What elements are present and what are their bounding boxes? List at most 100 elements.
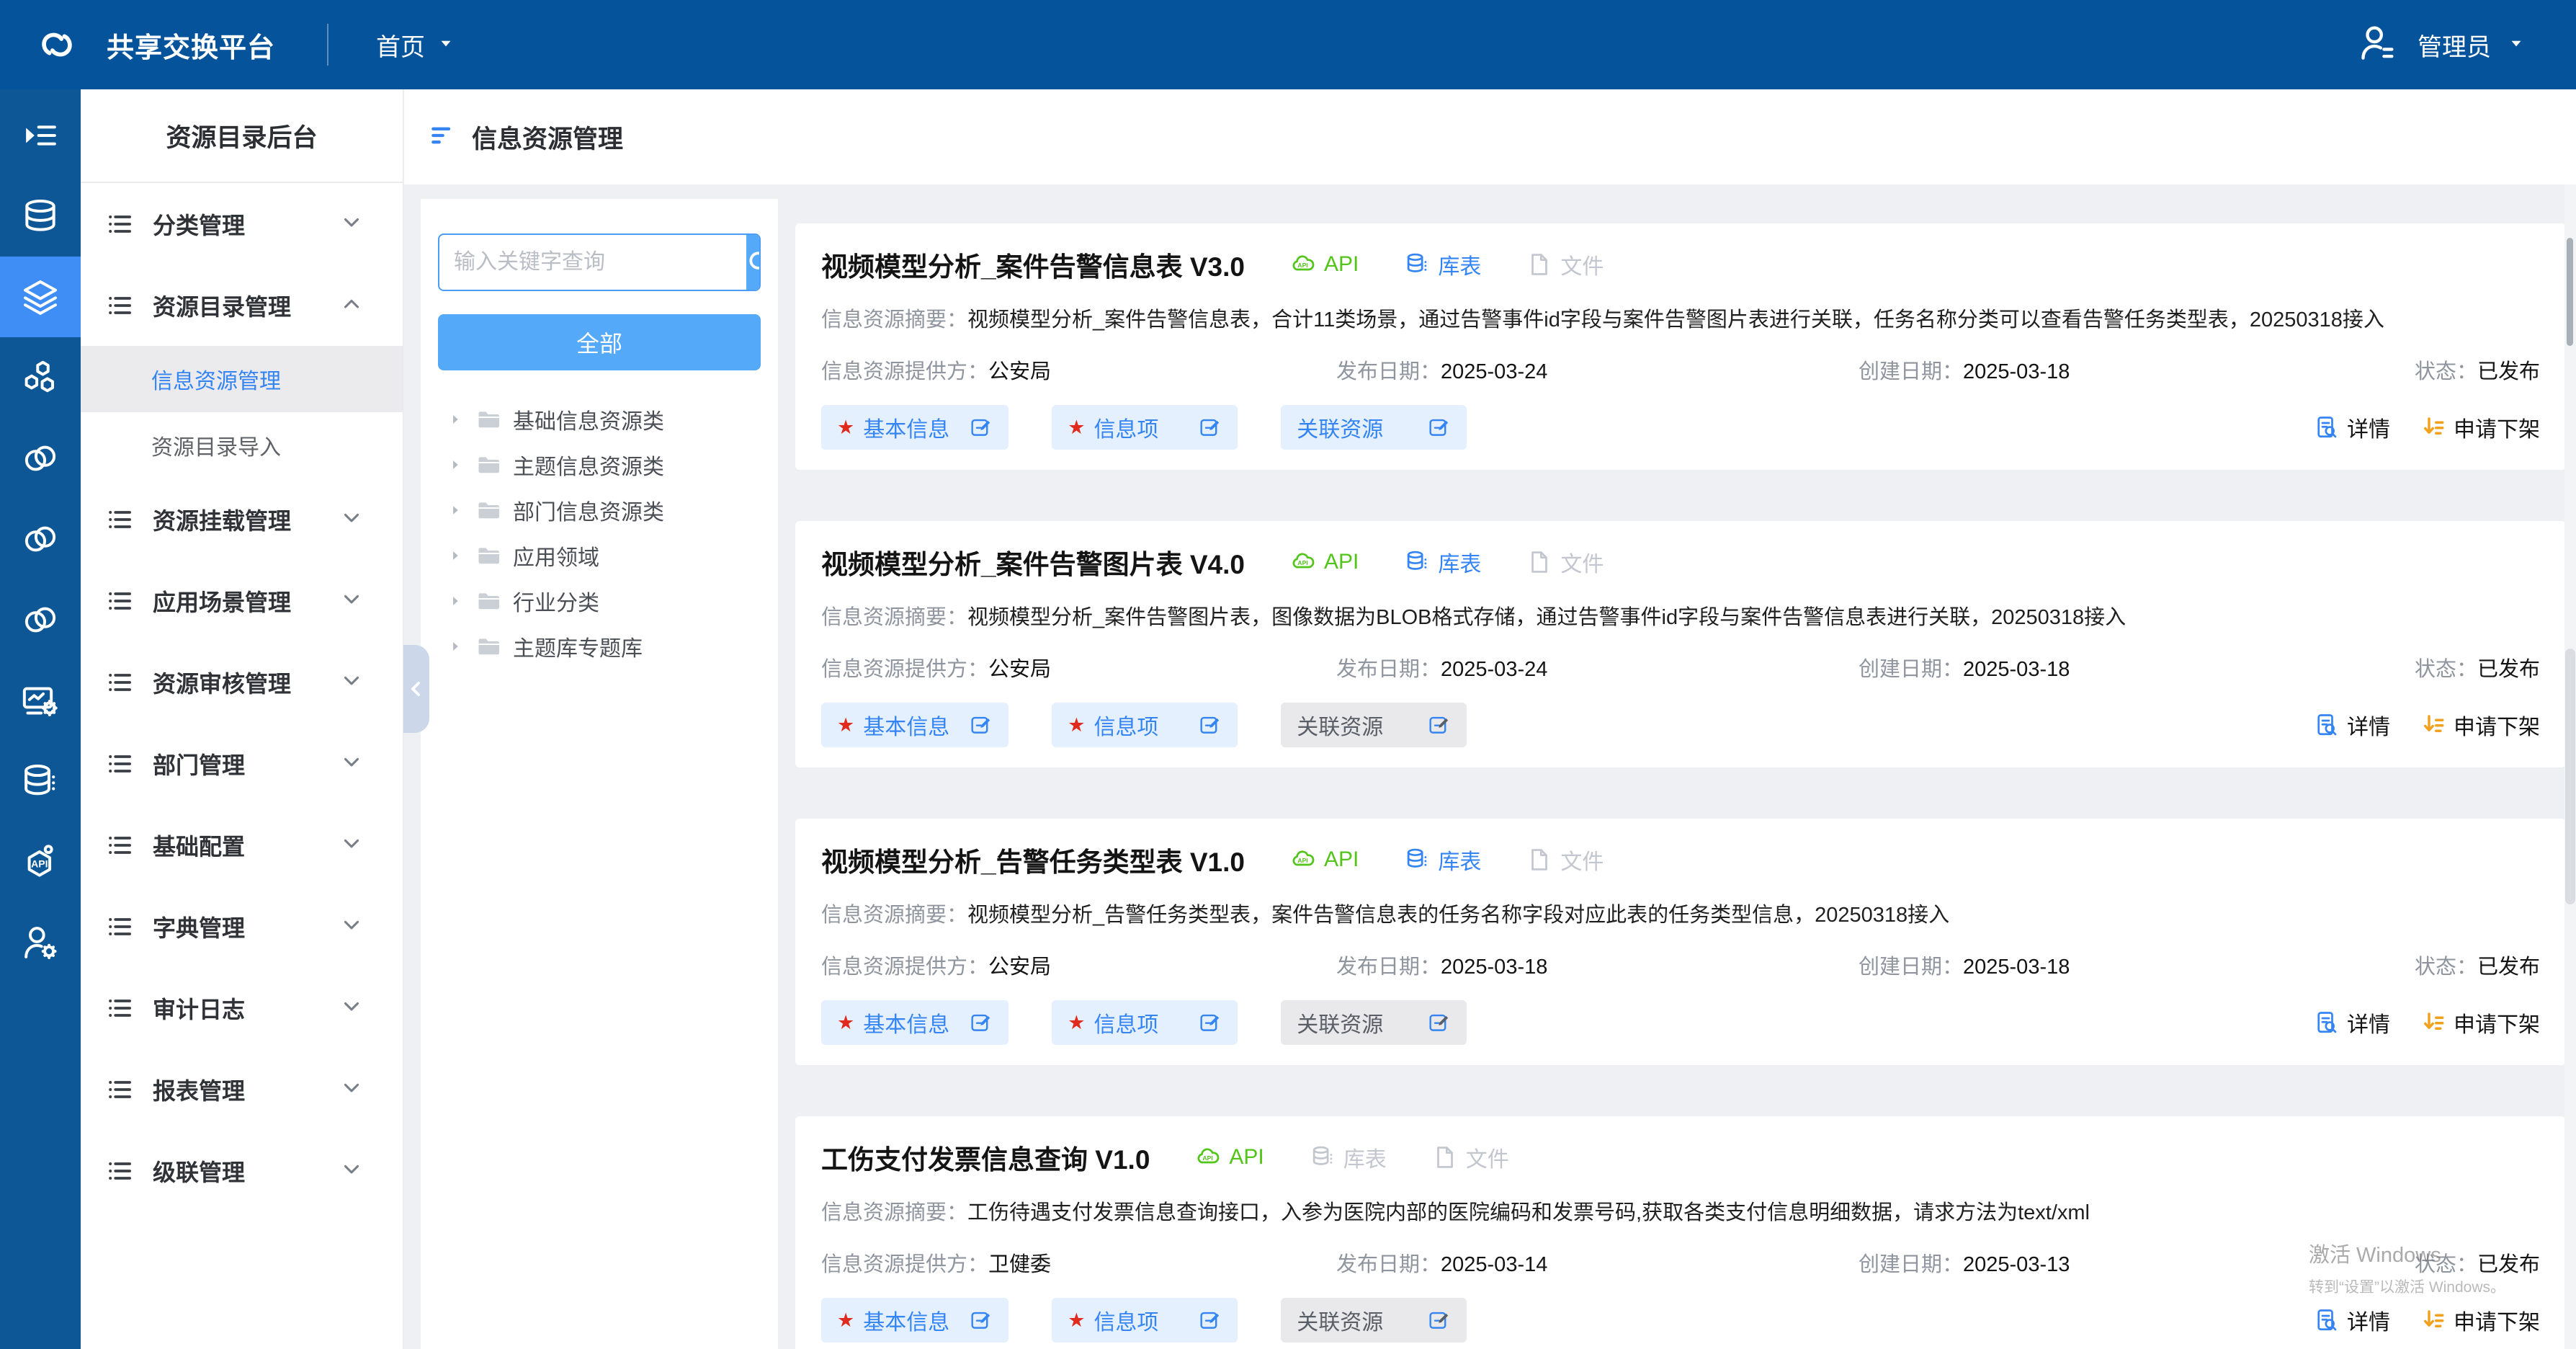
sidebar-item[interactable]: 资源目录管理	[81, 264, 403, 346]
basic-info-button[interactable]: ★ 基本信息	[821, 1000, 1009, 1045]
search-button[interactable]	[746, 235, 761, 290]
rail-item-database-sync[interactable]	[0, 741, 81, 822]
tree-node[interactable]: 主题信息资源类	[438, 442, 761, 487]
edit-icon[interactable]	[968, 713, 993, 737]
basic-info-button[interactable]: ★ 基本信息	[821, 703, 1009, 747]
rail-item-exchange[interactable]	[0, 418, 81, 499]
rail-item-hexagon-cluster[interactable]	[0, 337, 81, 418]
status-badge: 已发布	[2477, 1253, 2540, 1276]
rail-item-exchange[interactable]	[0, 579, 81, 660]
sidebar-item[interactable]: 字典管理	[81, 886, 403, 967]
sidebar-item[interactable]: 级联管理	[81, 1130, 403, 1211]
list-icon	[105, 831, 134, 860]
sidebar-item[interactable]: 资源审核管理	[81, 641, 403, 723]
info-item-button[interactable]: ★ 信息项	[1052, 1000, 1238, 1045]
brand-title: 共享交换平台	[107, 25, 275, 65]
file-tag-icon	[1526, 846, 1553, 873]
unpublish-button[interactable]: 申请下架	[2420, 1007, 2540, 1038]
edit-icon[interactable]	[968, 415, 993, 440]
chevron-down-icon	[339, 505, 364, 530]
tree-node[interactable]: 应用领域	[438, 533, 761, 578]
edit-icon	[1426, 1010, 1451, 1035]
rail-item-report-settings[interactable]	[0, 660, 81, 741]
nav-home[interactable]: 首页	[376, 27, 455, 63]
chevron-down-icon	[339, 912, 364, 937]
sidebar-item[interactable]: 资源挂载管理	[81, 478, 403, 560]
tag-table: 库表	[1403, 546, 1481, 578]
user-menu[interactable]: 管理员	[2357, 22, 2526, 68]
edit-icon[interactable]	[1197, 415, 1222, 440]
resource-card: 视频模型分析_案件告警图片表 V4.0 APIAPI 库表 文件 信息资源摘要：…	[795, 521, 2566, 767]
sidebar-item[interactable]: 基础配置	[81, 804, 403, 886]
detail-button[interactable]: 详情	[2314, 411, 2390, 443]
sidebar-item[interactable]: 报表管理	[81, 1049, 403, 1130]
tree-expand-icon	[448, 639, 462, 654]
file-tag-icon	[1526, 548, 1553, 576]
chevron-down-icon	[339, 749, 364, 778]
required-star-icon: ★	[837, 714, 854, 736]
unpublish-button[interactable]: 申请下架	[2420, 709, 2540, 741]
edit-icon[interactable]	[1426, 713, 1451, 737]
sidebar-item-label: 审计日志	[153, 992, 245, 1025]
edit-icon[interactable]	[1426, 415, 1451, 440]
list-icon	[105, 1075, 134, 1104]
sidebar-item[interactable]: 部门管理	[81, 723, 403, 804]
tree-node[interactable]: 主题库专题库	[438, 623, 761, 669]
category-tree: 基础信息资源类主题信息资源类部门信息资源类应用领域行业分类主题库专题库	[438, 396, 761, 669]
related-resource-button[interactable]: 关联资源	[1281, 405, 1467, 450]
info-item-button[interactable]: ★ 信息项	[1052, 1298, 1238, 1343]
sidebar-subitem[interactable]: 资源目录导入	[81, 412, 403, 478]
tree-node-label: 基础信息资源类	[513, 404, 664, 435]
all-filter-button[interactable]: 全部	[438, 314, 761, 370]
unpublish-button[interactable]: 申请下架	[2420, 411, 2540, 443]
rail-item-user-settings[interactable]	[0, 902, 81, 983]
tag-table: 库表	[1403, 249, 1481, 280]
scrollbar-thumb[interactable]	[2565, 649, 2575, 904]
edit-icon	[1197, 713, 1222, 737]
related-resource-button[interactable]: 关联资源	[1281, 1298, 1467, 1343]
related-resource-button[interactable]: 关联资源	[1281, 1000, 1467, 1045]
search-input[interactable]	[439, 250, 746, 275]
sidebar-collapse-handle[interactable]	[403, 645, 429, 733]
page-title-icon	[427, 121, 456, 150]
tree-node[interactable]: 基础信息资源类	[438, 396, 761, 442]
sidebar-item[interactable]: 分类管理	[81, 183, 403, 264]
tree-node[interactable]: 部门信息资源类	[438, 487, 761, 533]
detail-button[interactable]: 详情	[2314, 709, 2390, 741]
tree-node-label: 应用领域	[513, 540, 599, 571]
edit-icon[interactable]	[968, 1010, 993, 1035]
sidebar-item[interactable]: 应用场景管理	[81, 560, 403, 641]
rail-item-layers[interactable]	[0, 257, 81, 337]
detail-button[interactable]: 详情	[2314, 1304, 2390, 1336]
chevron-down-icon	[339, 912, 364, 940]
rail-item-database[interactable]	[0, 176, 81, 257]
rail-item-collapse-menu[interactable]	[0, 95, 81, 176]
chevron-left-icon	[406, 678, 427, 700]
chevron-down-icon	[339, 1157, 364, 1181]
basic-info-button[interactable]: ★ 基本信息	[821, 1298, 1009, 1343]
detail-button[interactable]: 详情	[2314, 1007, 2390, 1038]
tag-table: 库表	[1309, 1141, 1387, 1173]
rail-item-api[interactable]: API	[0, 822, 81, 902]
unpublish-button[interactable]: 申请下架	[2420, 1304, 2540, 1336]
api-icon: API	[20, 842, 61, 882]
scrollbar-thumb[interactable]	[2567, 238, 2573, 346]
chevron-down-icon	[339, 1075, 364, 1100]
related-resource-button[interactable]: 关联资源	[1281, 703, 1467, 747]
edit-icon[interactable]	[1197, 1308, 1222, 1332]
edit-icon[interactable]	[1426, 1308, 1451, 1332]
info-item-button[interactable]: ★ 信息项	[1052, 703, 1238, 747]
sidebar-item[interactable]: 审计日志	[81, 967, 403, 1049]
tree-node[interactable]: 行业分类	[438, 578, 761, 623]
edit-icon[interactable]	[1197, 713, 1222, 737]
sidebar-subitem[interactable]: 信息资源管理	[81, 346, 403, 412]
basic-info-button[interactable]: ★ 基本信息	[821, 405, 1009, 450]
rail-item-exchange[interactable]	[0, 499, 81, 579]
edit-icon[interactable]	[1197, 1010, 1222, 1035]
edit-icon[interactable]	[968, 1308, 993, 1332]
required-star-icon: ★	[1068, 1012, 1085, 1034]
list-icon	[105, 1157, 134, 1185]
info-item-button[interactable]: ★ 信息项	[1052, 405, 1238, 450]
edit-icon[interactable]	[1426, 1010, 1451, 1035]
chevron-down-icon	[2507, 34, 2526, 53]
